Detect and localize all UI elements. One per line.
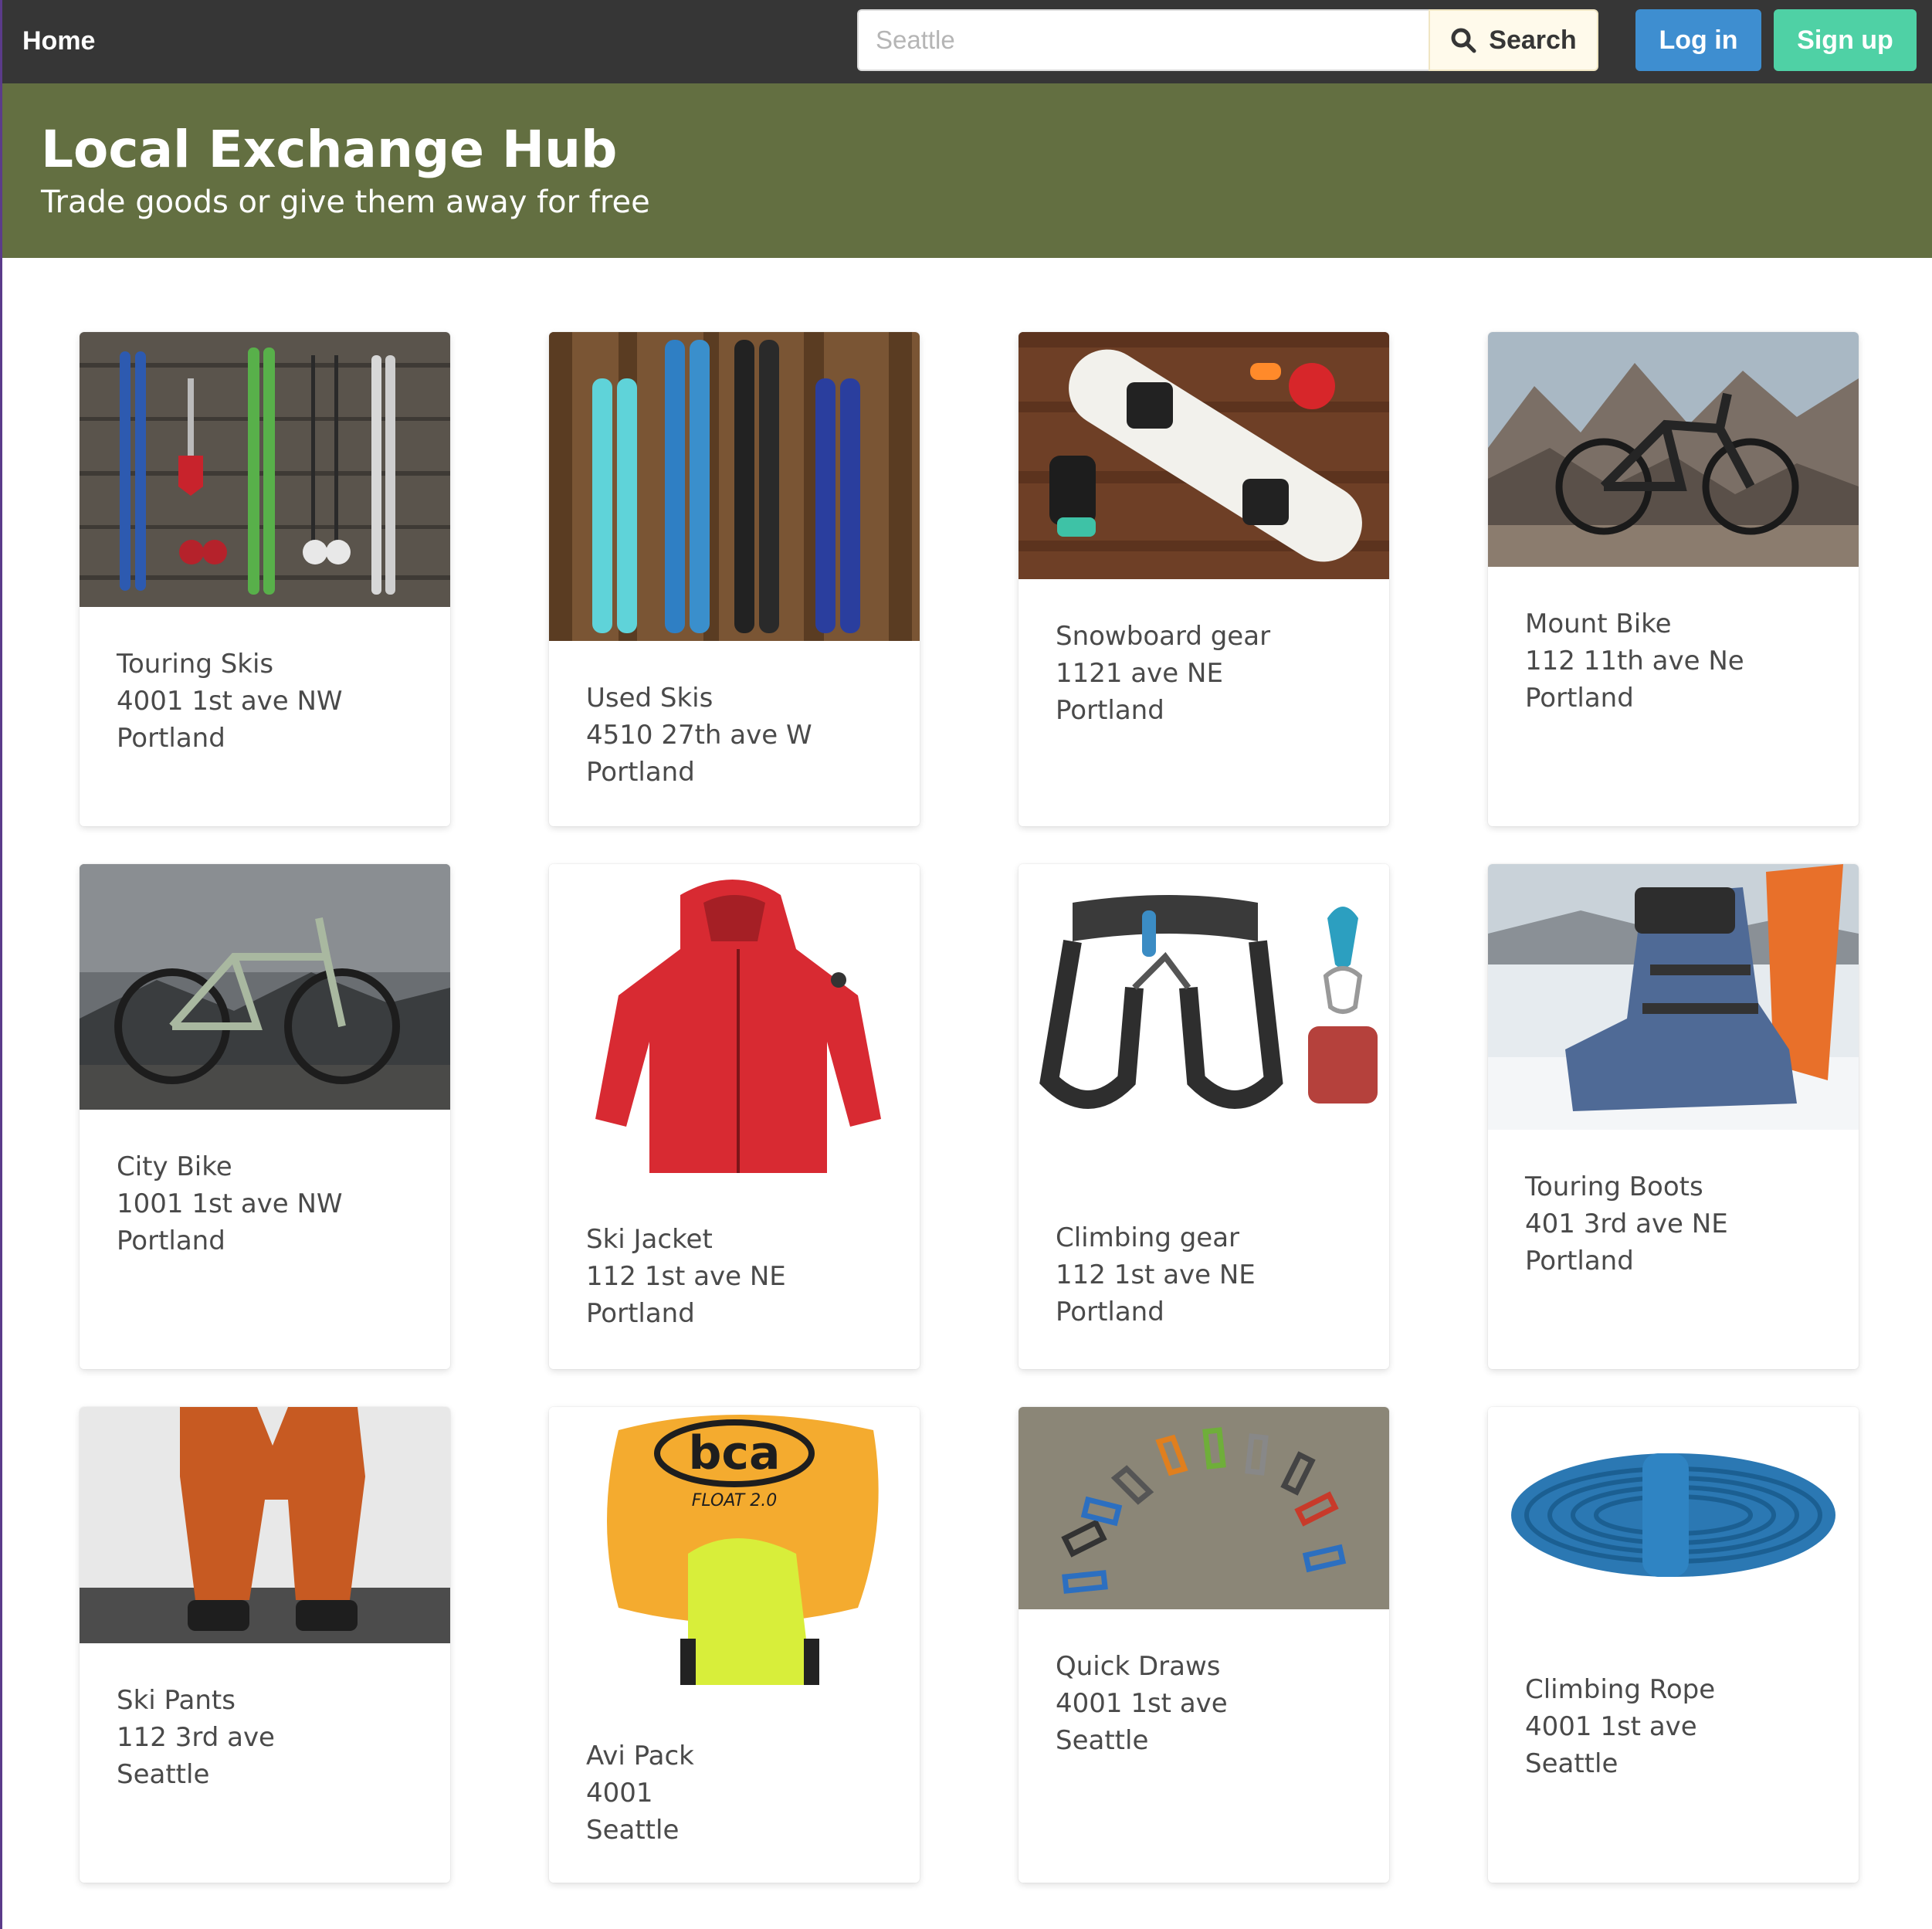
listing-address: 112 1st ave NE (1056, 1259, 1256, 1290)
listing-city: Seattle (1525, 1748, 1618, 1779)
listing-title: Mount Bike (1525, 609, 1672, 639)
quickdraws-photo (1019, 1407, 1389, 1609)
listing-details: Touring Skis 4001 1st ave NW Portland (117, 646, 343, 757)
listing-city: Portland (586, 1298, 695, 1329)
listing-details: Touring Boots 401 3rd ave NE Portland (1525, 1168, 1728, 1280)
listing-address: 4001 1st ave NW (117, 686, 343, 717)
listing-details: Mount Bike 112 11th ave Ne Portland (1525, 605, 1744, 717)
listing-card[interactable]: Quick Draws 4001 1st ave Seattle (1019, 1407, 1389, 1883)
listing-city: Seattle (586, 1815, 680, 1846)
listing-card[interactable]: Touring Skis 4001 1st ave NW Portland (80, 332, 450, 826)
listing-city: Portland (1056, 695, 1164, 726)
listing-address: 1001 1st ave NW (117, 1188, 343, 1219)
home-link[interactable]: Home (22, 22, 95, 60)
listing-address: 112 11th ave Ne (1525, 646, 1744, 676)
blue-rope-photo (1488, 1407, 1859, 1632)
hero-banner: Local Exchange Hub Trade goods or give t… (2, 83, 1932, 258)
listing-card[interactable]: Ski Pants 112 3rd ave Seattle (80, 1407, 450, 1883)
search-icon (1450, 27, 1476, 53)
listing-card[interactable]: City Bike 1001 1st ave NW Portland (80, 864, 450, 1369)
listing-details: Avi Pack 4001 Seattle (586, 1737, 694, 1849)
listing-title: Touring Skis (117, 649, 274, 680)
listing-city: Seattle (117, 1759, 210, 1790)
listing-title: City Bike (117, 1151, 232, 1182)
listing-address: 4510 27th ave W (586, 720, 812, 751)
listing-address: 112 3rd ave (117, 1722, 275, 1753)
listing-card[interactable]: Mount Bike 112 11th ave Ne Portland (1488, 332, 1859, 826)
listing-address: 112 1st ave NE (586, 1261, 786, 1292)
listing-title: Used Skis (586, 683, 713, 714)
skis-on-wood-wall-photo (80, 332, 450, 607)
listing-title: Quick Draws (1056, 1651, 1221, 1682)
listing-details: Quick Draws 4001 1st ave Seattle (1056, 1648, 1228, 1759)
climbing-harness-photo (1019, 864, 1389, 1181)
listing-details: Used Skis 4510 27th ave W Portland (586, 680, 812, 791)
listing-details: City Bike 1001 1st ave NW Portland (117, 1148, 343, 1259)
listing-city: Portland (1056, 1297, 1164, 1327)
listing-title: Climbing gear (1056, 1222, 1240, 1253)
listing-address: 401 3rd ave NE (1525, 1209, 1728, 1239)
listing-city: Portland (1525, 1246, 1634, 1276)
signup-button[interactable]: Sign up (1774, 9, 1917, 71)
login-button[interactable]: Log in (1635, 9, 1761, 71)
listing-city: Seattle (1056, 1725, 1149, 1756)
listing-card[interactable]: Ski Jacket 112 1st ave NE Portland (549, 864, 920, 1369)
listing-address: 4001 1st ave (1056, 1688, 1228, 1719)
listing-card[interactable]: Used Skis 4510 27th ave W Portland (549, 332, 920, 826)
listing-city: Portland (117, 1226, 225, 1256)
page-subtitle: Trade goods or give them away for free (41, 185, 650, 220)
bca-logo-text: bca (688, 1426, 780, 1480)
skis-rack-photo (549, 332, 920, 641)
listing-city: Portland (117, 723, 225, 754)
listing-details: Ski Pants 112 3rd ave Seattle (117, 1682, 275, 1793)
listing-details: Climbing Rope 4001 1st ave Seattle (1525, 1671, 1715, 1782)
listing-address: 4001 1st ave (1525, 1711, 1697, 1742)
bca-logo-subtext: FLOAT 2.0 (692, 1491, 777, 1510)
listing-details: Climbing gear 112 1st ave NE Portland (1056, 1219, 1256, 1331)
search-input[interactable] (857, 9, 1429, 71)
listing-title: Touring Boots (1525, 1171, 1703, 1202)
listing-address: 1121 ave NE (1056, 658, 1223, 689)
listing-card[interactable]: Snowboard gear 1121 ave NE Portland (1019, 332, 1389, 826)
listing-details: Snowboard gear 1121 ave NE Portland (1056, 618, 1270, 729)
search-button-label: Search (1489, 25, 1577, 55)
listing-details: Ski Jacket 112 1st ave NE Portland (586, 1221, 786, 1332)
ski-boot-photo (1488, 864, 1859, 1130)
page-title: Local Exchange Hub (41, 120, 618, 179)
listing-title: Climbing Rope (1525, 1674, 1716, 1705)
orange-pants-photo (80, 1407, 450, 1643)
avalanche-pack-photo: bca FLOAT 2.0 (549, 1407, 920, 1699)
red-jacket-photo (549, 864, 920, 1182)
listing-title: Ski Pants (117, 1685, 236, 1716)
listing-city: Portland (1525, 683, 1634, 714)
search-button[interactable]: Search (1429, 9, 1598, 71)
city-bike-photo (80, 864, 450, 1110)
listing-title: Ski Jacket (586, 1224, 713, 1255)
mountain-bike-photo (1488, 332, 1859, 567)
page: Home Search Log in Sign up Local Exchang… (0, 0, 1932, 1929)
listing-title: Avi Pack (586, 1741, 694, 1771)
listing-card[interactable]: Climbing Rope 4001 1st ave Seattle (1488, 1407, 1859, 1883)
listing-card[interactable]: Touring Boots 401 3rd ave NE Portland (1488, 864, 1859, 1369)
listing-title: Snowboard gear (1056, 621, 1271, 652)
listing-city: Portland (586, 757, 695, 788)
listing-card[interactable]: bca FLOAT 2.0 Avi Pack 4001 Seattle (549, 1407, 920, 1883)
snowboard-photo (1019, 332, 1389, 579)
listing-address: 4001 (586, 1778, 653, 1809)
listing-card[interactable]: Climbing gear 112 1st ave NE Portland (1019, 864, 1389, 1369)
top-navbar: Home Search Log in Sign up (2, 0, 1932, 83)
